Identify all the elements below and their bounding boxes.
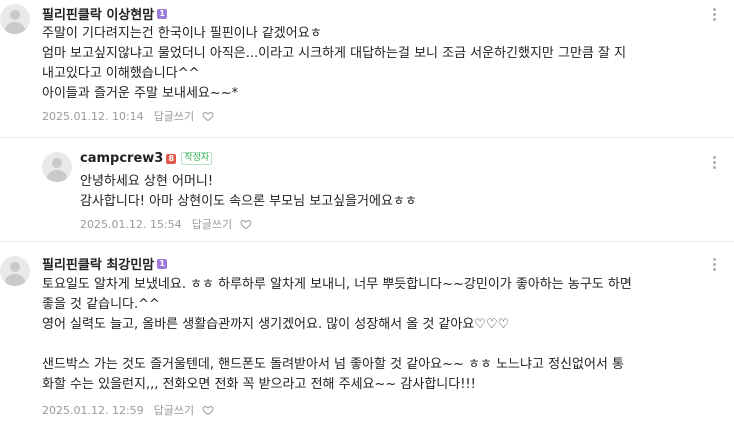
comment-author[interactable]: 필리핀클락 이상현맘 (42, 4, 154, 23)
reply-comment-item: campcrew3 8 작성자 안녕하세요 상현 어머니! 감사합니다! 아마 … (0, 138, 734, 240)
comment-text: 주말이 기다려지는건 한국이나 필핀이나 같겠어요ㅎ 엄마 보고싶지않냐고 물었… (42, 26, 627, 101)
comment-author[interactable]: 필리핀클락 최강민맘 (42, 254, 154, 273)
avatar[interactable] (0, 256, 30, 286)
reply-button[interactable]: 답글쓰기 (154, 402, 194, 418)
writer-badge: 작성자 (181, 152, 213, 165)
reply-button[interactable]: 답글쓰기 (192, 216, 232, 232)
reply-button[interactable]: 답글쓰기 (154, 108, 194, 124)
more-options-icon[interactable] (713, 258, 716, 273)
comment-date: 2025.01.12. 12:59 (42, 403, 144, 417)
member-level-badge: 1 (157, 258, 168, 269)
comment-date: 2025.01.12. 10:14 (42, 109, 144, 123)
member-level-badge: 8 (166, 153, 177, 164)
member-level-badge: 1 (157, 8, 168, 19)
comment-item: 필리핀클락 최강민맘 1 토요일도 알차게 보냈네요. ㅎㅎ 하루하루 알차게 … (0, 242, 734, 422)
heart-icon[interactable] (240, 218, 252, 230)
comment-text: 안녕하세요 상현 어머니! 감사합니다! 아마 상현이도 속으론 부모님 보고싶… (80, 174, 417, 209)
more-options-icon[interactable] (713, 156, 716, 171)
comment-date: 2025.01.12. 15:54 (80, 217, 182, 231)
heart-icon[interactable] (202, 404, 214, 416)
comment-text: 토요일도 알차게 보냈네요. ㅎㅎ 하루하루 알차게 보내니, 너무 뿌듯합니다… (42, 277, 632, 392)
avatar[interactable] (42, 152, 72, 182)
comment-author[interactable]: campcrew3 (80, 151, 163, 166)
heart-icon[interactable] (202, 110, 214, 122)
avatar[interactable] (0, 4, 30, 34)
comment-item: 필리핀클락 이상현맘 1 주말이 기다려지는건 한국이나 필핀이나 같겠어요ㅎ … (0, 0, 734, 140)
more-options-icon[interactable] (713, 8, 716, 23)
